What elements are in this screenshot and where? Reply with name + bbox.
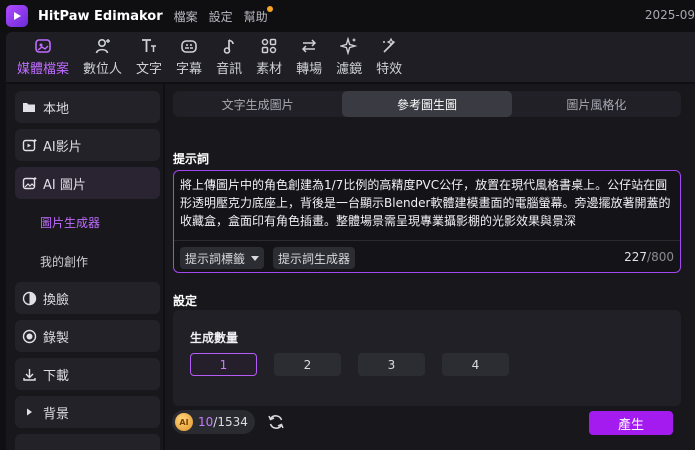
quantity-option-2[interactable]: 2 — [274, 353, 341, 376]
record-icon — [21, 328, 37, 344]
sidebar-item-ai-video[interactable]: AI影片 — [15, 129, 160, 161]
app-name: HitPaw Edimakor — [38, 8, 163, 24]
credits-total: /1534 — [213, 415, 248, 429]
prompt-generator-label: 提示詞生成器 — [278, 251, 351, 266]
sidebar-item-download[interactable]: 下載 — [15, 358, 160, 390]
character-counter: 227/800 — [624, 250, 674, 264]
sidebar-item-label: 本地 — [43, 101, 70, 117]
face-swap-icon — [21, 290, 37, 306]
mode-tabs: 文字生成圖片 參考圖生圖 圖片風格化 — [173, 91, 681, 117]
sidebar-item-label: 換臉 — [43, 292, 70, 308]
sidebar-item-label: 錄製 — [43, 330, 70, 346]
prompt-input[interactable]: 將上傳圖片中的角色創建為1/7比例的高精度PVC公仔，放置在現代風格書桌上。公仔… — [173, 170, 681, 273]
sidebar-item-label: AI 圖片 — [43, 177, 86, 193]
quantity-label: 生成數量 — [190, 331, 239, 345]
app-logo-icon — [6, 5, 28, 27]
sidebar-subitem-my-creations[interactable]: 我的創作 — [40, 253, 88, 270]
elements-icon — [261, 38, 277, 54]
tool-media[interactable]: 媒體檔案 — [17, 35, 69, 79]
triangle-right-icon — [21, 404, 37, 420]
tool-text[interactable]: 文字 — [136, 35, 162, 79]
sidebar-item-label: AI影片 — [43, 139, 82, 155]
tool-effects-label: 特效 — [376, 62, 403, 77]
effects-icon — [383, 37, 396, 53]
tool-text-label: 文字 — [136, 62, 163, 77]
tool-subtitle-label: 字幕 — [176, 62, 203, 77]
prompt-generator-button[interactable]: 提示詞生成器 — [273, 247, 356, 269]
settings-heading: 設定 — [173, 294, 198, 308]
bottom-bar: AI 10 /1534 產生 — [165, 402, 695, 450]
sidebar-item-ai-image[interactable]: AI 圖片 — [15, 167, 160, 199]
prompt-text[interactable]: 將上傳圖片中的角色創建為1/7比例的高精度PVC公仔，放置在現代風格書桌上。公仔… — [180, 176, 676, 230]
text-icon — [142, 39, 157, 52]
char-count: 227 — [624, 250, 648, 264]
tab-image-stylize[interactable]: 圖片風格化 — [512, 91, 681, 117]
left-sidebar: 本地 AI影片 AI 圖片 圖片生成器 我的創作 換臉 錄製 下載 背景 — [6, 84, 163, 450]
folder-icon — [21, 99, 37, 115]
avatar-add-icon — [95, 38, 110, 54]
sidebar-item-face-swap[interactable]: 換臉 — [15, 282, 160, 314]
tool-avatar[interactable]: 數位人 — [83, 35, 122, 79]
ai-coin-icon: AI — [175, 413, 193, 431]
menu-help-label: 幫助 — [243, 9, 268, 24]
tool-transition[interactable]: 轉場 — [296, 35, 322, 79]
sidebar-item-label: 下載 — [43, 368, 70, 384]
media-icon — [35, 39, 51, 53]
char-max: /800 — [647, 250, 674, 264]
tool-media-label: 媒體檔案 — [17, 62, 70, 77]
sidebar-item-background[interactable]: 背景 — [15, 396, 160, 428]
main-toolbar: 媒體檔案 數位人 文字 字幕 音訊 素材 轉場 濾鏡 特效 — [6, 32, 695, 82]
music-note-icon — [223, 39, 234, 54]
title-bar: HitPaw Edimakor 檔案 設定 幫助 2025-09 — [0, 0, 695, 32]
ai-video-icon — [21, 137, 37, 153]
tool-transition-label: 轉場 — [296, 62, 323, 77]
sidebar-item-more[interactable] — [15, 434, 160, 450]
prompt-heading: 提示詞 — [173, 152, 210, 166]
transition-icon — [302, 39, 317, 53]
credits-badge[interactable]: AI 10 /1534 — [172, 410, 255, 434]
tab-image-to-image[interactable]: 參考圖生圖 — [342, 91, 512, 117]
notification-dot — [266, 5, 273, 12]
subtitle-icon — [181, 40, 197, 53]
tool-filters[interactable]: 濾鏡 — [336, 35, 362, 79]
menu-file[interactable]: 檔案 — [174, 8, 198, 25]
tool-effects[interactable]: 特效 — [376, 35, 402, 79]
sidebar-item-local[interactable]: 本地 — [15, 91, 160, 123]
prompt-tags-dropdown[interactable]: 提示詞標籤 — [180, 247, 265, 269]
settings-panel: 生成數量 1 2 3 4 — [173, 310, 681, 406]
prompt-divider — [174, 240, 680, 241]
tool-audio-label: 音訊 — [216, 62, 243, 77]
tool-elements-label: 素材 — [256, 62, 283, 77]
prompt-tags-label: 提示詞標籤 — [185, 251, 246, 266]
generate-button[interactable]: 產生 — [589, 411, 673, 435]
chevron-down-icon — [251, 255, 260, 261]
ai-image-icon — [21, 175, 37, 191]
sidebar-item-label: 背景 — [43, 406, 70, 422]
sidebar-subitem-image-generator[interactable]: 圖片生成器 — [40, 214, 100, 231]
image-generator-panel: 文字生成圖片 參考圖生圖 圖片風格化 提示詞 將上傳圖片中的角色創建為1/7比例… — [165, 84, 695, 450]
menu-settings[interactable]: 設定 — [209, 8, 233, 25]
tool-audio[interactable]: 音訊 — [216, 35, 242, 79]
tool-elements[interactable]: 素材 — [256, 35, 282, 79]
tool-filters-label: 濾鏡 — [336, 62, 363, 77]
tool-subtitle[interactable]: 字幕 — [176, 35, 202, 79]
quantity-option-1[interactable]: 1 — [190, 353, 257, 376]
menu-help[interactable]: 幫助 — [243, 5, 273, 25]
refresh-icon[interactable] — [267, 413, 285, 431]
sparkle-icon — [340, 37, 358, 55]
quantity-option-3[interactable]: 3 — [358, 353, 425, 376]
tool-avatar-label: 數位人 — [83, 62, 123, 77]
download-icon — [21, 366, 37, 382]
tab-text-to-image[interactable]: 文字生成圖片 — [173, 91, 342, 117]
quantity-option-4[interactable]: 4 — [442, 353, 509, 376]
credits-used: 10 — [198, 415, 214, 429]
sidebar-item-record[interactable]: 錄製 — [15, 320, 160, 352]
project-date: 2025-09 — [644, 8, 695, 22]
